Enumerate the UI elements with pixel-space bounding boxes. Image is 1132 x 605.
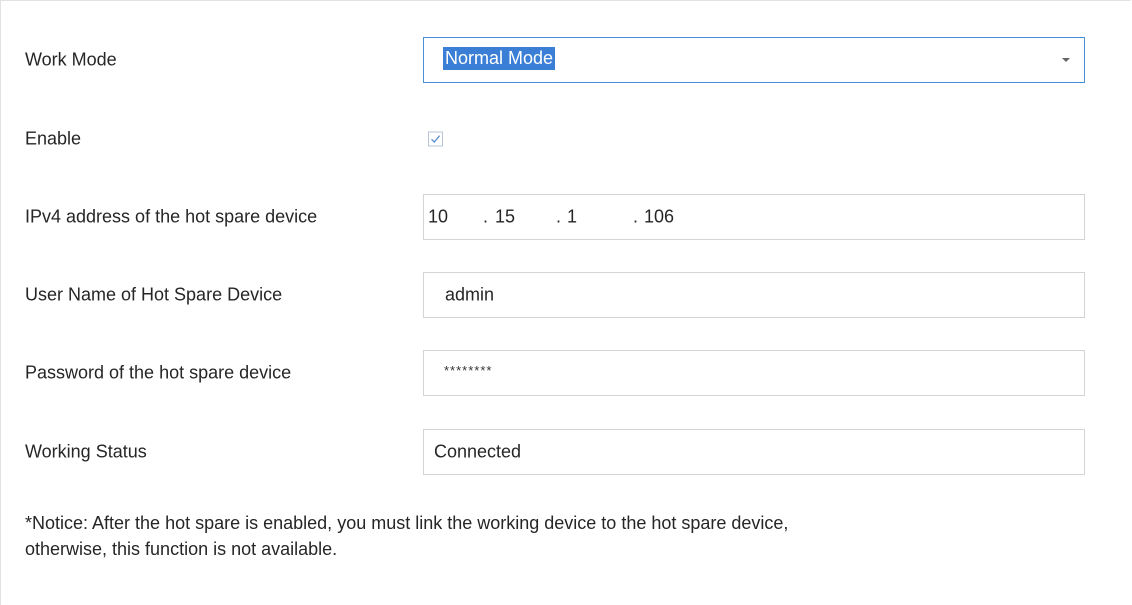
ipv4-octet-4[interactable]: 106 (644, 207, 674, 228)
ipv4-separator: . (483, 206, 489, 227)
ipv4-separator: . (633, 206, 639, 227)
ipv4-address-input[interactable]: 10 . 15 . 1 . 106 (423, 194, 1085, 240)
working-status-value: Connected (434, 441, 522, 462)
password-value: ******** (444, 363, 493, 378)
username-row: User Name of Hot Spare Device admin (25, 272, 1095, 318)
enable-label: Enable (25, 128, 82, 149)
notice-text: *Notice: After the hot spare is enabled,… (25, 510, 1025, 562)
check-icon (431, 135, 441, 143)
work-mode-select[interactable]: Normal Mode (423, 37, 1085, 83)
working-status-field: Connected (423, 429, 1085, 475)
ipv4-octet-2[interactable]: 15 (495, 207, 515, 228)
ipv4-label: IPv4 address of the hot spare device (25, 206, 318, 227)
ipv4-separator: . (556, 206, 562, 227)
ipv4-octet-1[interactable]: 10 (428, 207, 448, 228)
hot-spare-settings-panel: Work Mode Normal Mode Enable IPv4 addres… (0, 0, 1131, 605)
chevron-down-icon[interactable] (1062, 58, 1070, 62)
working-status-label: Working Status (25, 441, 147, 462)
password-label: Password of the hot spare device (25, 362, 292, 383)
ipv4-row: IPv4 address of the hot spare device 10 … (25, 194, 1095, 240)
password-input[interactable]: ******** (423, 350, 1085, 396)
enable-checkbox[interactable] (428, 131, 443, 147)
work-mode-label: Work Mode (25, 49, 117, 70)
enable-row: Enable (25, 116, 1095, 162)
work-mode-selected-value: Normal Mode (443, 47, 556, 70)
username-value: admin (445, 284, 495, 305)
working-status-row: Working Status Connected (25, 429, 1095, 475)
password-row: Password of the hot spare device *******… (25, 350, 1095, 396)
notice-line-2: otherwise, this function is not availabl… (25, 539, 338, 559)
username-label: User Name of Hot Spare Device (25, 284, 283, 305)
work-mode-row: Work Mode Normal Mode (25, 37, 1095, 83)
ipv4-octet-3[interactable]: 1 (567, 207, 577, 228)
notice-line-1: *Notice: After the hot spare is enabled,… (25, 513, 789, 533)
username-input[interactable]: admin (423, 272, 1085, 318)
